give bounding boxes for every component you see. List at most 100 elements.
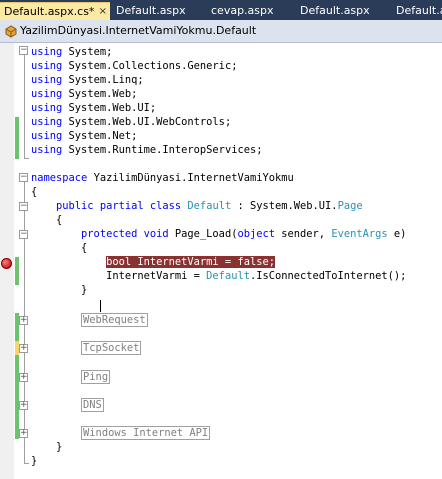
keyword: using: [31, 88, 63, 100]
using-target: System.Web.UI.WebControls;: [68, 116, 232, 128]
code-line[interactable]: Windows Internet API: [31, 426, 211, 440]
breakpoint-statement: bool InternetVarmi = false;: [106, 256, 275, 268]
breakpoint-icon[interactable]: [1, 258, 12, 269]
expand-icon[interactable]: +: [19, 373, 28, 382]
collapse-icon[interactable]: −: [19, 46, 28, 55]
statement: .IsConnectedToInternet();: [249, 270, 407, 282]
type-navigation-bar[interactable]: YazilimDünyasi.InternetVamiYokmu.Default: [0, 20, 442, 43]
collapsed-region[interactable]: DNS: [81, 398, 104, 412]
outline-line: [24, 53, 25, 158]
document-tab-strip: Default.aspx.cs* × Default.aspx cevap.as…: [0, 0, 442, 20]
text-caret: [100, 300, 101, 312]
code-line[interactable]: WebRequest: [31, 313, 148, 327]
collapsed-region[interactable]: Ping: [81, 370, 111, 384]
code-line[interactable]: DNS: [31, 398, 104, 412]
type-name: Page: [337, 200, 363, 212]
code-line[interactable]: {: [31, 241, 87, 255]
class-icon: [5, 25, 17, 38]
keyword: using: [31, 46, 63, 58]
tab-default-aspx-2[interactable]: Default.aspx: [296, 2, 370, 20]
method-name: Page_Load(: [168, 228, 238, 240]
code-line[interactable]: TcpSocket: [31, 341, 142, 355]
type-name: Default: [187, 200, 232, 212]
keyword: using: [31, 116, 63, 128]
code-line[interactable]: using System.Runtime.InteropServices;: [31, 143, 262, 157]
param: e): [387, 228, 407, 240]
using-target: System;: [68, 46, 113, 58]
collapse-icon[interactable]: −: [19, 230, 28, 239]
using-target: System.Web.UI;: [68, 102, 157, 114]
brace: }: [81, 284, 88, 296]
collapsed-region[interactable]: WebRequest: [81, 313, 148, 327]
code-line[interactable]: }: [31, 283, 87, 297]
collapse-icon[interactable]: −: [19, 173, 28, 182]
tab-label: Default.aspx: [300, 4, 370, 17]
param: sender,: [275, 228, 332, 240]
namespace-name: YazilimDünyasi.InternetVamiYokmu: [93, 172, 294, 184]
change-marker: [15, 257, 19, 285]
code-line[interactable]: protected void Page_Load(object sender, …: [31, 227, 406, 241]
type-name: Default: [206, 270, 250, 282]
brace: }: [56, 441, 63, 453]
expand-icon[interactable]: +: [19, 429, 28, 438]
expand-icon[interactable]: +: [19, 401, 28, 410]
close-icon[interactable]: ×: [99, 3, 107, 20]
brace: {: [81, 242, 88, 254]
tab-default-aspx[interactable]: Default.aspx: [112, 2, 186, 20]
code-line[interactable]: using System.Web.UI;: [31, 101, 156, 115]
collapse-icon[interactable]: −: [19, 202, 28, 211]
using-target: System.Net;: [68, 130, 138, 142]
keyword: using: [31, 60, 63, 72]
collapsed-region[interactable]: Windows Internet API: [81, 426, 211, 440]
using-target: System.Web;: [68, 88, 138, 100]
tab-label: Default.aspx: [116, 4, 186, 17]
tab-label: cevap.aspx: [211, 4, 274, 17]
using-target: System.Collections.Generic;: [68, 60, 238, 72]
code-line[interactable]: Ping: [31, 370, 111, 384]
using-target: System.Linq;: [68, 74, 144, 86]
code-line[interactable]: using System.Web;: [31, 87, 137, 101]
expand-icon[interactable]: +: [19, 344, 28, 353]
code-line[interactable]: namespace YazilimDünyasi.InternetVamiYok…: [31, 171, 294, 185]
code-line[interactable]: {: [31, 185, 37, 199]
keyword: using: [31, 74, 63, 86]
collapsed-region[interactable]: TcpSocket: [81, 341, 142, 355]
keyword: public partial class: [56, 200, 182, 212]
code-line[interactable]: using System.Web.UI.WebControls;: [31, 115, 231, 129]
class-base-prefix: : System.Web.UI.: [231, 200, 338, 212]
code-line[interactable]: {: [31, 213, 62, 227]
code-line[interactable]: bool InternetVarmi = false;: [31, 255, 275, 269]
keyword: using: [31, 144, 63, 156]
tab-cevap-aspx[interactable]: cevap.aspx: [207, 2, 274, 20]
outline-end: [24, 158, 29, 159]
tab-label: Default.aspx.cs*: [4, 5, 95, 18]
outline-end: [24, 463, 29, 464]
keyword: object: [237, 228, 276, 240]
tab-label: Default.a: [396, 4, 442, 17]
brace: {: [31, 186, 38, 198]
brace: {: [56, 214, 63, 226]
code-line[interactable]: using System.Net;: [31, 129, 137, 143]
code-line[interactable]: }: [31, 440, 62, 454]
code-editor[interactable]: − − − − + + + + + using System; using Sy…: [0, 43, 442, 479]
code-line[interactable]: using System.Collections.Generic;: [31, 59, 237, 73]
keyword: using: [31, 102, 63, 114]
statement: InternetVarmi =: [106, 270, 207, 282]
keyword: namespace: [31, 172, 88, 184]
tab-default-aspx-cs[interactable]: Default.aspx.cs* ×: [0, 2, 110, 20]
keyword: using: [31, 130, 63, 142]
code-line[interactable]: public partial class Default : System.We…: [31, 199, 363, 213]
code-line[interactable]: using System.Linq;: [31, 73, 144, 87]
keyword: protected void: [81, 228, 169, 240]
code-line[interactable]: InternetVarmi = Default.IsConnectedToInt…: [31, 269, 406, 283]
change-marker: [15, 355, 19, 439]
brace: }: [31, 455, 38, 467]
type-selector-label: YazilimDünyasi.InternetVamiYokmu.Default: [20, 24, 257, 37]
using-target: System.Runtime.InteropServices;: [68, 144, 263, 156]
change-marker: [15, 117, 19, 159]
type-name: EventArgs: [331, 228, 388, 240]
expand-icon[interactable]: +: [19, 316, 28, 325]
tab-default-a[interactable]: Default.a: [392, 2, 442, 20]
code-line[interactable]: }: [31, 454, 37, 468]
code-line[interactable]: using System;: [31, 45, 112, 59]
